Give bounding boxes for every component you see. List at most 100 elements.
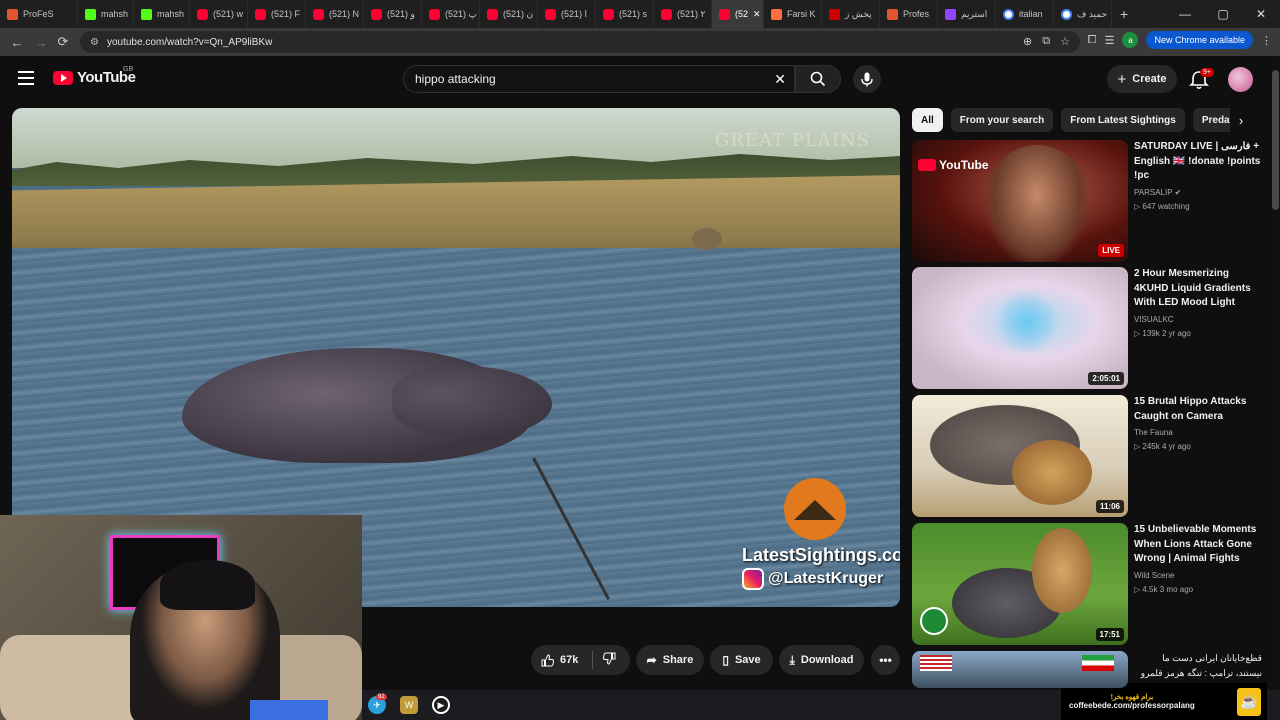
like-button[interactable]: 67k <box>541 653 578 667</box>
chips-next-arrow-icon[interactable]: › <box>1230 108 1252 132</box>
avatar-icon <box>7 8 18 20</box>
recommendation-item[interactable]: 2:05:01 2 Hour Mesmerizing 4KUHD Liquid G… <box>912 267 1262 389</box>
browser-tab[interactable]: Farsi K <box>764 0 822 28</box>
search-input[interactable]: hippo attacking ✕ <box>403 65 795 93</box>
browser-tab[interactable]: ProFeS <box>0 0 78 28</box>
minimize-icon[interactable]: — <box>1166 0 1204 28</box>
recommendation-title[interactable]: 2 Hour Mesmerizing 4KUHD Liquid Gradient… <box>1134 267 1262 311</box>
browser-tab[interactable]: (521) ا <box>538 0 596 28</box>
chrome-menu-icon[interactable]: ⋮ <box>1261 34 1272 47</box>
more-actions-button[interactable]: ••• <box>871 645 900 675</box>
save-button[interactable]: ▯ Save <box>710 645 773 675</box>
recommendation-title[interactable]: 15 Brutal Hippo Attacks Caught on Camera <box>1134 395 1262 424</box>
download-button[interactable]: ⤓ Download <box>779 645 864 675</box>
coffee-donation-overlay: برام قهوه بخر! coffeebede.com/professorp… <box>1061 683 1267 720</box>
video-thumbnail[interactable]: 11:06 <box>912 395 1128 517</box>
filter-chip[interactable]: All <box>912 108 943 132</box>
filter-chip[interactable]: From your search <box>950 108 1054 132</box>
tab-label: (521) ۲ <box>677 8 706 19</box>
extensions-icon[interactable]: ⧠ <box>1088 34 1097 47</box>
recommendation-item[interactable]: 17:51 15 Unbelievable Moments When Lions … <box>912 523 1262 645</box>
tab-label: استریم <box>961 8 988 19</box>
recommendation-channel[interactable]: PARSALIP ✔ <box>1134 186 1262 200</box>
webcam-couch-left <box>0 635 150 720</box>
bookmark-star-icon[interactable]: ☆ <box>1060 35 1070 48</box>
recommendation-title[interactable]: 15 Unbelievable Moments When Lions Attac… <box>1134 523 1262 567</box>
browser-tab[interactable]: (521) s <box>596 0 654 28</box>
thumbs-down-icon <box>602 652 616 665</box>
browser-tab[interactable]: italian <box>996 0 1054 28</box>
new-tab-icon[interactable]: + <box>1112 6 1136 22</box>
back-icon[interactable]: ← <box>4 29 30 55</box>
create-button[interactable]: + Create <box>1107 65 1177 93</box>
browser-tab[interactable]: Profes <box>880 0 938 28</box>
video-thumbnail[interactable] <box>912 651 1128 688</box>
share-button[interactable]: ➦ Share <box>636 645 704 675</box>
maximize-icon[interactable]: ▢ <box>1204 0 1242 28</box>
browser-tab[interactable]: حمید ف <box>1054 0 1112 28</box>
recommendation-item[interactable]: قطع‌خایانان ایرانی دست ما نیستند، ترامپ … <box>912 651 1262 688</box>
prof-icon <box>887 8 898 20</box>
tab-label: حمید ف <box>1077 8 1108 19</box>
tab-label: (52 <box>735 9 749 19</box>
like-divider <box>592 651 593 669</box>
site-info-icon[interactable]: ⚙ <box>90 37 99 48</box>
profile-avatar[interactable]: a <box>1122 32 1139 48</box>
recommendation-channel[interactable]: VISUALKC <box>1134 313 1262 327</box>
more-icon: ••• <box>879 653 892 667</box>
video-thumbnail[interactable]: 2:05:01 <box>912 267 1128 389</box>
recommendation-channel[interactable]: The Fauna <box>1134 426 1262 440</box>
browser-tab[interactable]: پخش ز <box>822 0 880 28</box>
account-avatar[interactable] <box>1228 67 1253 92</box>
menu-icon[interactable] <box>18 71 34 85</box>
page-scrollbar-thumb[interactable] <box>1272 70 1279 210</box>
channel-name: PARSALIP <box>1134 187 1173 197</box>
tab-label: (521) N <box>329 9 360 19</box>
youtube-icon <box>603 8 614 20</box>
youtube-icon <box>255 8 266 20</box>
browser-tab[interactable]: (521) و <box>364 0 422 28</box>
browser-tab[interactable]: استریم <box>938 0 996 28</box>
recommendation-title[interactable]: قطع‌خایانان ایرانی دست ما نیستند، ترامپ … <box>1134 651 1262 681</box>
browser-tab[interactable]: (521) ۲ <box>654 0 712 28</box>
tab-label: Farsi K <box>787 9 816 19</box>
channel-name: The Fauna <box>1134 428 1173 437</box>
browser-tab[interactable]: mahsh <box>134 0 190 28</box>
recommendation-item[interactable]: 11:06 15 Brutal Hippo Attacks Caught on C… <box>912 395 1262 517</box>
view-count: 139k <box>1142 328 1160 338</box>
cast-icon[interactable]: ⧉ <box>1042 35 1050 48</box>
browser-tab[interactable]: (521) پ <box>422 0 480 28</box>
tab-label: italian <box>1019 9 1043 19</box>
youtube-icon <box>197 8 208 20</box>
voice-search-button[interactable] <box>853 65 881 93</box>
youtube-icon <box>661 8 672 20</box>
close-tab-icon[interactable]: ✕ <box>753 9 761 20</box>
media-player-icon[interactable]: ▶ <box>432 696 450 714</box>
clear-search-icon[interactable]: ✕ <box>774 71 786 88</box>
recommendation-channel[interactable]: Wild Scene <box>1134 569 1262 583</box>
reading-list-icon[interactable]: ☰ <box>1105 34 1115 47</box>
new-chrome-available-button[interactable]: New Chrome available <box>1146 31 1253 49</box>
recommendation-item[interactable]: YouTube LIVE SATURDAY LIVE | فارسی + Engli… <box>912 140 1262 262</box>
browser-tab[interactable]: mahsh <box>78 0 134 28</box>
recommendation-info: SATURDAY LIVE | فارسی + English 🇬🇧 !dona… <box>1134 140 1262 214</box>
close-window-icon[interactable]: ✕ <box>1242 0 1280 28</box>
browser-tab[interactable]: (521) F <box>248 0 306 28</box>
browser-tab[interactable]: (521) w <box>190 0 248 28</box>
zoom-icon[interactable]: ⊕ <box>1023 35 1032 48</box>
video-thumbnail[interactable]: YouTube LIVE <box>912 140 1128 262</box>
reload-icon[interactable]: ⟳ <box>50 29 76 55</box>
browser-tab[interactable]: (521) N <box>306 0 364 28</box>
instagram-watermark: @LatestKruger <box>742 568 883 590</box>
browser-tab[interactable]: (52 ✕ <box>712 0 764 28</box>
filter-chip[interactable]: From Latest Sightings <box>1061 108 1185 132</box>
youtube-header: YouTube GB hippo attacking ✕ + Create 9+ <box>0 56 1280 102</box>
dislike-button[interactable] <box>602 652 616 668</box>
url-field[interactable]: ⚙ youtube.com/watch?v=Qn_AP9liBKw ⊕ ⧉ ☆ <box>80 31 1080 53</box>
search-button[interactable] <box>795 65 841 93</box>
recommendation-title[interactable]: SATURDAY LIVE | فارسی + English 🇬🇧 !dona… <box>1134 140 1262 184</box>
browser-tab[interactable]: (521) ن <box>480 0 538 28</box>
winamp-icon[interactable]: W <box>400 696 418 714</box>
video-thumbnail[interactable]: 17:51 <box>912 523 1128 645</box>
telegram-badge: 92 <box>376 694 387 700</box>
